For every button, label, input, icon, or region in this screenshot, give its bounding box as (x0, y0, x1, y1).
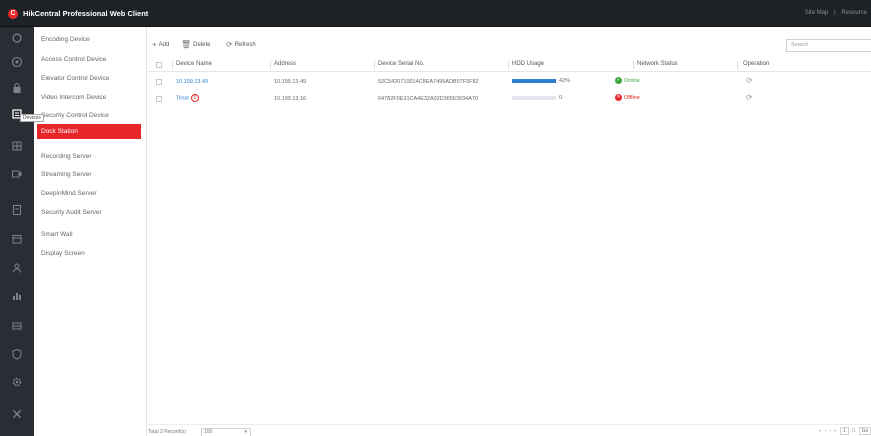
refresh-label: Refresh (234, 41, 256, 48)
nav-item-security-control-device[interactable]: Security Control Device (34, 108, 147, 123)
hdd-usage-bar (512, 96, 556, 100)
table-row[interactable]: Tesst! 10.199.13.16 64782F0E31CA4E32A02D… (148, 91, 871, 108)
server-icon[interactable] (10, 319, 24, 333)
nav-item-encoding-device[interactable]: Encoding Device (34, 32, 147, 47)
document-icon[interactable] (10, 203, 24, 217)
network-status: ✓ Online (615, 77, 640, 84)
network-status: ✕ Offline (615, 94, 640, 101)
person-icon[interactable] (10, 261, 24, 275)
device-name-link[interactable]: 10.199.13.49 (176, 79, 208, 85)
add-label: Add (158, 41, 170, 48)
rail-tooltip: Devices (20, 114, 44, 122)
refresh-button[interactable]: ⟳ Refresh (226, 40, 256, 49)
device-name-link[interactable]: Tesst (176, 95, 189, 101)
offline-icon: ✕ (615, 94, 622, 101)
lock-icon[interactable] (10, 81, 24, 95)
hikcentral-logo-icon: C (8, 9, 18, 19)
shield-icon[interactable] (10, 347, 24, 361)
search-input[interactable]: Search (786, 39, 871, 52)
column-device-serial-no[interactable]: Device Serial No. (378, 61, 424, 67)
warning-icon[interactable]: ! (190, 94, 199, 102)
device-serial: 64782F0E31CA4E32A02D36563934A70 (378, 96, 478, 102)
nav-item-access-control-device[interactable]: Access Control Device (34, 52, 147, 67)
plus-icon: + (152, 40, 157, 49)
nav-item-security-audit-server[interactable]: Security Audit Server (34, 205, 147, 220)
chevron-down-icon: ▾ (244, 429, 247, 435)
pagination: « ‹ › » 1 /1 Go (819, 427, 871, 435)
nav-item-video-intercom-device[interactable]: Video Intercom Device (34, 90, 147, 105)
add-button[interactable]: + Add (152, 40, 169, 49)
total-records: Total 2 Record(s) (148, 429, 187, 435)
device-address: 10.199.13.49 (274, 79, 307, 85)
device-name-cell: Tesst! (176, 94, 199, 102)
top-bar: C HikCentral Professional Web Client Sit… (0, 0, 871, 27)
device-address: 10.199.13.16 (274, 96, 307, 102)
hdd-usage-bar (512, 79, 556, 83)
page-size-select[interactable]: 100 ▾ (201, 428, 251, 436)
column-divider (633, 61, 634, 69)
home-icon[interactable] (10, 31, 24, 45)
row-checkbox[interactable] (156, 96, 162, 102)
next-page-icon[interactable]: › (829, 428, 831, 434)
module-rail (0, 27, 34, 436)
table-row[interactable]: 10.199.13.49 10.199.13.49 52C5420710014C… (148, 74, 871, 91)
tools-icon[interactable] (10, 407, 24, 421)
column-operation: Operation (743, 61, 770, 67)
nav-item-deepinmind-server[interactable]: DeepinMind Server (34, 186, 147, 201)
prev-page-icon[interactable]: ‹ (825, 428, 827, 434)
column-device-name[interactable]: Device Name (176, 61, 212, 67)
site-map-link[interactable]: Site Map (805, 10, 829, 16)
target-icon[interactable] (10, 55, 24, 69)
device-serial: 52C5420710014C8EA7495ADB57F5F82 (378, 79, 479, 85)
column-address[interactable]: Address (274, 61, 296, 67)
table-footer: Total 2 Record(s) 100 ▾ « ‹ › » 1 /1 Go (148, 424, 871, 436)
first-page-icon[interactable]: « (819, 428, 822, 434)
network-status-label: Online (624, 77, 640, 84)
delete-button[interactable]: 🗑 Delete (181, 40, 211, 49)
hdd-usage-value: 0 (559, 95, 563, 101)
nav-item-dock-station[interactable]: Dock Station (37, 124, 141, 139)
column-divider (270, 61, 271, 69)
top-right-links: Site Map | Resource (805, 10, 871, 16)
chart-icon[interactable] (10, 289, 24, 303)
column-divider (508, 61, 509, 69)
table-header: Device Name Address Device Serial No. HD… (148, 58, 871, 72)
nav-item-display-screen[interactable]: Display Screen (34, 246, 147, 261)
device-type-nav: Encoding Device Access Control Device El… (34, 27, 147, 436)
refresh-device-icon[interactable]: ⟳ (746, 93, 753, 102)
resource-link[interactable]: Resource (841, 10, 867, 16)
settings-icon[interactable] (10, 375, 24, 389)
online-icon: ✓ (615, 77, 622, 84)
page-number-input[interactable]: 1 (839, 427, 849, 435)
column-network-status[interactable]: Network Status (637, 61, 678, 67)
calendar-icon[interactable] (10, 232, 24, 246)
column-divider (737, 61, 738, 69)
nav-item-streaming-server[interactable]: Streaming Server (34, 167, 147, 182)
column-divider (374, 61, 375, 69)
network-status-label: Offline (624, 94, 640, 101)
grid-icon[interactable] (10, 139, 24, 153)
page-size-value: 100 (204, 429, 213, 435)
column-divider (172, 61, 173, 69)
select-all-checkbox[interactable] (156, 62, 162, 68)
hdd-usage-value: 42% (559, 78, 571, 84)
go-button[interactable]: Go (859, 427, 871, 435)
app-title: HikCentral Professional Web Client (23, 9, 149, 18)
page-total: /1 (851, 428, 856, 434)
nav-item-recording-server[interactable]: Recording Server (34, 149, 147, 164)
trash-icon: 🗑 (181, 40, 192, 49)
delete-label: Delete (193, 41, 211, 48)
refresh-device-icon[interactable]: ⟳ (746, 76, 753, 85)
refresh-icon: ⟳ (226, 40, 233, 49)
top-divider: | (834, 10, 836, 16)
nav-item-elevator-control-device[interactable]: Elevator Control Device (34, 71, 147, 86)
nav-item-smart-wall[interactable]: Smart Wall (34, 227, 147, 242)
row-checkbox[interactable] (156, 79, 162, 85)
column-hdd-usage[interactable]: HDD Usage (512, 61, 544, 67)
video-icon[interactable] (10, 167, 24, 181)
last-page-icon[interactable]: » (834, 428, 837, 434)
